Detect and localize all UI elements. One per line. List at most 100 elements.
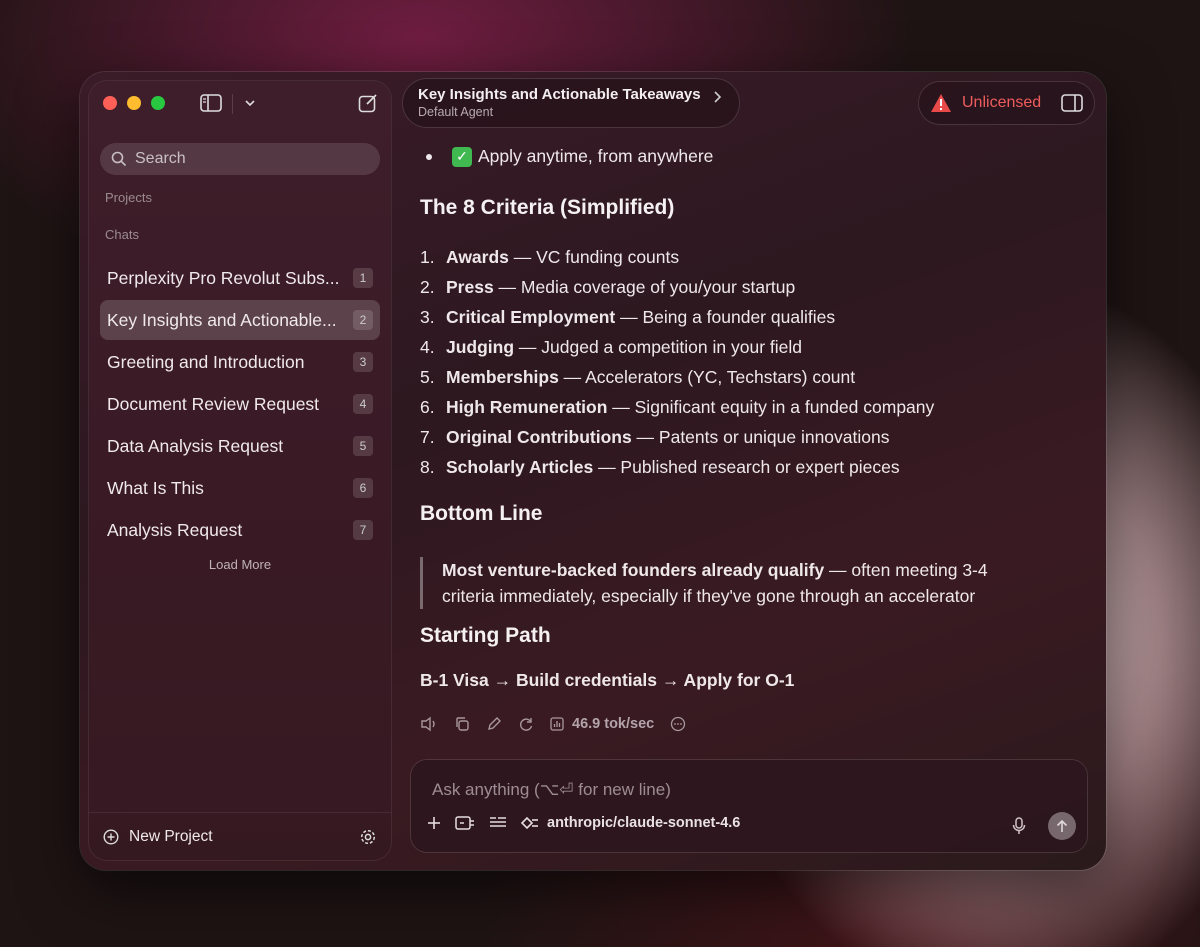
message-composer[interactable]: Ask anything (⌥⏎ for new line) anthropic… [411, 760, 1087, 852]
bottom-line-heading: Bottom Line [420, 502, 543, 525]
criteria-term: High Remuneration [446, 396, 608, 417]
divider [232, 94, 233, 114]
list-number: 4. [420, 336, 435, 357]
warning-icon [930, 93, 952, 113]
blockquote: Most venture-backed founders already qua… [420, 557, 1020, 609]
chat-shortcut-badge: 2 [353, 310, 373, 330]
sidebar-footer: New Project [89, 812, 391, 860]
close-window-button[interactable] [103, 96, 117, 110]
right-panel-toggle-icon[interactable] [1061, 94, 1083, 112]
anthropic-logo-icon [521, 816, 539, 830]
composer-toolbar: anthropic/claude-sonnet-4.6 [427, 815, 740, 831]
list-number: 3. [420, 306, 435, 327]
conversation-title-button[interactable]: Key Insights and Actionable Takeaways De… [403, 79, 739, 127]
list-number: 1. [420, 246, 435, 267]
list-item: 6. High Remuneration — Significant equity… [420, 392, 1020, 422]
list-number: 7. [420, 426, 435, 447]
bar-chart-icon [550, 717, 564, 731]
plus-icon[interactable] [427, 816, 441, 830]
checkmark-icon: ✓ [452, 146, 472, 167]
search-input[interactable]: Search [100, 143, 380, 175]
gear-icon[interactable] [359, 828, 377, 846]
chat-item-label: Greeting and Introduction [107, 351, 305, 372]
criteria-term: Awards [446, 246, 509, 267]
more-options-icon[interactable] [670, 716, 686, 732]
message-content: ✓ Apply anytime, from anywhere The 8 Cri… [420, 132, 1060, 752]
list-item: 3. Critical Employment — Being a founder … [420, 302, 1020, 332]
criteria-term: Judging [446, 336, 515, 357]
copy-icon[interactable] [454, 716, 470, 732]
speaker-icon[interactable] [420, 716, 438, 732]
chat-shortcut-badge: 5 [353, 436, 373, 456]
chevron-down-icon[interactable] [244, 97, 256, 109]
zoom-window-button[interactable] [151, 96, 165, 110]
criteria-term: Critical Employment [446, 306, 616, 327]
chat-item[interactable]: What Is This 6 [100, 468, 380, 508]
search-placeholder: Search [135, 150, 186, 167]
edit-pencil-icon[interactable] [486, 716, 502, 732]
new-chat-icon[interactable] [358, 93, 378, 113]
list-item: 8. Scholarly Articles — Published researc… [420, 452, 1020, 482]
conversation-title: Key Insights and Actionable Takeaways [418, 86, 701, 103]
token-speed: 46.9 tok/sec [550, 716, 654, 732]
criteria-desc: — Media coverage of you/your startup [493, 276, 796, 297]
criteria-term: Scholarly Articles [446, 456, 594, 477]
chat-item-label: Key Insights and Actionable... [107, 309, 337, 330]
new-project-button[interactable]: New Project [129, 828, 359, 846]
chat-item[interactable]: Analysis Request 7 [100, 510, 380, 550]
list-number: 5. [420, 366, 435, 387]
search-icon [111, 151, 127, 167]
minimize-window-button[interactable] [127, 96, 141, 110]
send-button[interactable] [1048, 812, 1076, 840]
bullet-text: Apply anytime, from anywhere [478, 146, 714, 166]
criteria-desc: — Accelerators (YC, Techstars) count [558, 366, 856, 387]
model-name: anthropic/claude-sonnet-4.6 [547, 815, 741, 831]
chat-item[interactable]: Document Review Request 4 [100, 384, 380, 424]
list-item: 5. Memberships — Accelerators (YC, Techst… [420, 362, 1020, 392]
composer-placeholder: Ask anything (⌥⏎ for new line) [432, 780, 671, 799]
list-item: ✓ Apply anytime, from anywhere [420, 146, 713, 167]
list-item: 7. Original Contributions — Patents or un… [420, 422, 1020, 452]
criteria-desc: — Patents or unique innovations [631, 426, 890, 447]
message-actions: 46.9 tok/sec [420, 716, 686, 732]
license-status-pill[interactable]: Unlicensed [919, 82, 1094, 124]
plugin-icon[interactable] [455, 815, 475, 831]
list-item: 2. Press — Media coverage of you/your sta… [420, 272, 1020, 302]
regenerate-icon[interactable] [518, 716, 534, 732]
chat-item-active[interactable]: Key Insights and Actionable... 2 [100, 300, 380, 340]
agent-name: Default Agent [418, 105, 494, 119]
sidebar-toggle-icon[interactable] [200, 94, 222, 112]
microphone-icon[interactable] [1012, 817, 1026, 835]
text-format-icon[interactable] [489, 816, 507, 830]
criteria-list: 1. Awards — VC funding counts 2. Press — M… [420, 242, 1020, 482]
starting-path-heading: Starting Path [420, 624, 551, 647]
model-selector[interactable]: anthropic/claude-sonnet-4.6 [521, 815, 740, 831]
chat-item-label: What Is This [107, 477, 204, 498]
chat-item-label: Document Review Request [107, 393, 320, 414]
list-item: 1. Awards — VC funding counts [420, 242, 1020, 272]
starting-path-text: B-1 Visa → Build credentials → Apply for… [420, 670, 795, 690]
chat-item-label: Data Analysis Request [107, 435, 284, 456]
criteria-term: Press [446, 276, 494, 297]
arrow-up-icon [1056, 819, 1068, 833]
criteria-desc: — Judged a competition in your field [514, 336, 802, 357]
chat-item[interactable]: Perplexity Pro Revolut Subs... 1 [100, 258, 380, 298]
token-speed-text: 46.9 tok/sec [572, 716, 655, 732]
chevron-right-icon [713, 90, 723, 104]
criteria-desc: — VC funding counts [508, 246, 680, 267]
license-status-text: Unlicensed [962, 94, 1042, 111]
plus-circle-icon[interactable] [103, 828, 119, 845]
criteria-desc: — Being a founder qualifies [615, 306, 836, 327]
criteria-desc: — Published research or expert pieces [593, 456, 900, 477]
chat-list: Perplexity Pro Revolut Subs... 1 Key Insi… [100, 258, 380, 552]
chat-item[interactable]: Data Analysis Request 5 [100, 426, 380, 466]
app-window: Search Projects Chats Perplexity Pro Rev… [80, 72, 1106, 870]
chat-shortcut-badge: 1 [353, 268, 373, 288]
chat-item-label: Perplexity Pro Revolut Subs... [107, 267, 340, 288]
criteria-term: Original Contributions [446, 426, 632, 447]
list-number: 2. [420, 276, 435, 297]
load-more-button[interactable]: Load More [89, 557, 391, 572]
chat-shortcut-badge: 4 [353, 394, 373, 414]
chat-item[interactable]: Greeting and Introduction 3 [100, 342, 380, 382]
list-number: 8. [420, 456, 435, 477]
